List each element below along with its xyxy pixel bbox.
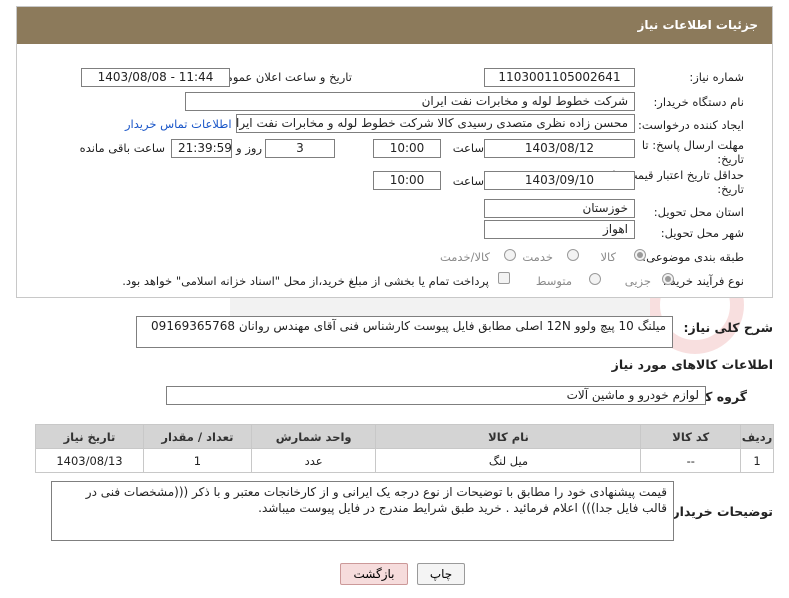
category-radio-goods-service[interactable] [504, 249, 516, 261]
process-option-medium: متوسط [535, 274, 572, 288]
process-type-label: نوع فرآیند خرید : [662, 274, 744, 288]
category-option-goods: کالا [600, 250, 616, 264]
remaining-time-label: ساعت باقی مانده [79, 141, 165, 155]
cell-row: 1 [739, 448, 775, 473]
col-name: نام کالا [375, 424, 642, 449]
validity-date-field: 1403/09/10 [484, 171, 635, 190]
city-label: شهر محل تحویل: [660, 226, 744, 240]
category-radio-service[interactable] [567, 249, 579, 261]
category-option-goods-service: کالا/خدمت [439, 250, 490, 264]
cell-name: میل لنگ [375, 448, 642, 473]
buyer-org-label: نام دستگاه خریدار: [653, 95, 744, 109]
validity-label-line2: تاریخ: [717, 182, 744, 196]
category-radio-goods[interactable] [634, 249, 646, 261]
cell-date: 1403/08/13 [35, 448, 144, 473]
treasury-payment-checkbox[interactable] [498, 272, 510, 284]
goods-section-title: اطلاعات کالاهای مورد نیاز [611, 357, 773, 372]
description-textarea: میلنگ 10 پیچ ولوو 12N اصلی مطابق فایل پی… [136, 316, 673, 348]
col-date: تاریخ نیاز [35, 424, 144, 449]
col-qty: تعداد / مقدار [142, 424, 252, 449]
process-radio-medium[interactable] [589, 273, 601, 285]
buyer-org-field: شرکت خطوط لوله و مخابرات نفت ایران [185, 92, 635, 111]
table-row: 1 -- میل لنگ عدد 1 1403/08/13 [35, 448, 775, 473]
buyer-notes-textarea: قیمت پیشنهادی خود را مطابق با توضیحات از… [51, 481, 674, 541]
announce-datetime-field: 1403/08/08 - 11:44 [81, 68, 230, 87]
deadline-label-line2: تاریخ: [717, 152, 744, 166]
validity-time-field: 10:00 [373, 171, 441, 190]
requester-field: محسن زاده نظری متصدی رسیدی کالا شرکت خطو… [236, 114, 635, 133]
col-code: کد کالا [640, 424, 741, 449]
category-option-service: خدمت [522, 250, 553, 264]
process-radio-minor[interactable] [662, 273, 674, 285]
cell-unit: عدد [250, 448, 377, 473]
goods-table: ردیف کد کالا نام کالا واحد شمارش تعداد /… [35, 424, 775, 473]
deadline-time-field: 10:00 [373, 139, 441, 158]
days-label: روز و [236, 141, 262, 155]
col-unit: واحد شمارش [250, 424, 377, 449]
goods-group-field: لوازم خودرو و ماشین آلات [166, 386, 706, 405]
announce-datetime-label: تاریخ و ساعت اعلان عمومی: [213, 70, 352, 84]
remaining-time-field: 21:39:59 [171, 139, 232, 158]
buyer-notes-label: توضیحات خریدار: [667, 504, 773, 519]
print-button[interactable]: چاپ [417, 563, 465, 585]
treasury-payment-note: پرداخت تمام یا بخشی از مبلغ خرید،از محل … [122, 274, 489, 288]
deadline-date-field: 1403/08/12 [484, 139, 635, 158]
requester-label: ایجاد کننده درخواست: [638, 118, 744, 132]
deadline-time-label: ساعت [452, 141, 484, 155]
back-button[interactable]: بازگشت [340, 563, 408, 585]
validity-time-label: ساعت [452, 174, 484, 188]
province-field: خوزستان [484, 199, 635, 218]
deadline-label-line1: مهلت ارسال پاسخ: تا [641, 138, 744, 152]
cell-code: -- [640, 448, 741, 473]
remaining-days-field: 3 [265, 139, 335, 158]
cell-qty: 1 [142, 448, 252, 473]
need-number-field: 1103001105002641 [484, 68, 635, 87]
province-label: استان محل تحویل: [653, 205, 744, 219]
col-row: ردیف [739, 424, 775, 449]
process-option-minor: جزیی [624, 274, 651, 288]
category-label: طبقه بندی موضوعی: [642, 250, 744, 264]
description-label: شرح کلی نیاز: [683, 320, 773, 335]
panel-title: جزئیات اطلاعات نیاز [17, 7, 772, 44]
need-number-label: شماره نیاز: [689, 70, 744, 84]
buyer-contact-link[interactable]: اطلاعات تماس خریدار [125, 117, 232, 131]
city-field: اهواز [484, 220, 635, 239]
